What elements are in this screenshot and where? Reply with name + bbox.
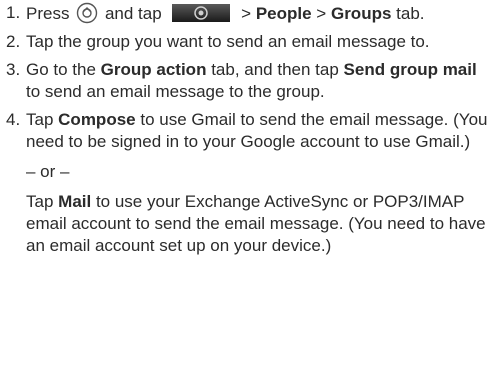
step-text: to send an email message to the group. [26, 82, 325, 101]
step-number: 1. [6, 3, 21, 22]
mail-label: Mail [58, 192, 92, 211]
compose-paragraph: Tap Compose to use Gmail to send the ema… [26, 109, 491, 153]
step-3: 3. Go to the Group action tab, and then … [6, 59, 491, 103]
step-text: tab. [396, 4, 425, 23]
home-icon [77, 2, 98, 24]
group-action-label: Group action [100, 60, 207, 79]
step-text: Tap [26, 192, 54, 211]
step-number: 2. [6, 32, 21, 51]
instruction-list: 1. Press and tap > People > Groups tab. … [0, 0, 491, 257]
breadcrumb-separator: > [316, 4, 327, 23]
send-group-mail-label: Send group mail [343, 60, 477, 79]
step-text: Go to the [26, 60, 96, 79]
people-label: People [255, 4, 312, 23]
step-text: and tap [104, 4, 162, 23]
step-text: Press [26, 4, 70, 23]
all-apps-icon [172, 4, 231, 22]
step-1: 1. Press and tap > People > Groups tab. [6, 2, 491, 25]
step-text: tab, and then tap [211, 60, 339, 79]
step-4: 4. Tap Compose to use Gmail to send the … [6, 109, 491, 153]
mail-paragraph: Tap Mail to use your Exchange ActiveSync… [6, 191, 491, 257]
or-separator: – or – [26, 162, 70, 181]
step-text: Tap [26, 110, 54, 129]
step-text: to use your Exchange ActiveSync or POP3/… [26, 192, 486, 255]
groups-label: Groups [330, 4, 392, 23]
step-number: 3. [6, 60, 21, 79]
step-number: 4. [6, 110, 21, 129]
step-text: Tap the group you want to send an email … [26, 32, 430, 51]
compose-label: Compose [58, 110, 136, 129]
breadcrumb-separator: > [241, 4, 252, 23]
step-2: 2. Tap the group you want to send an ema… [6, 31, 491, 53]
